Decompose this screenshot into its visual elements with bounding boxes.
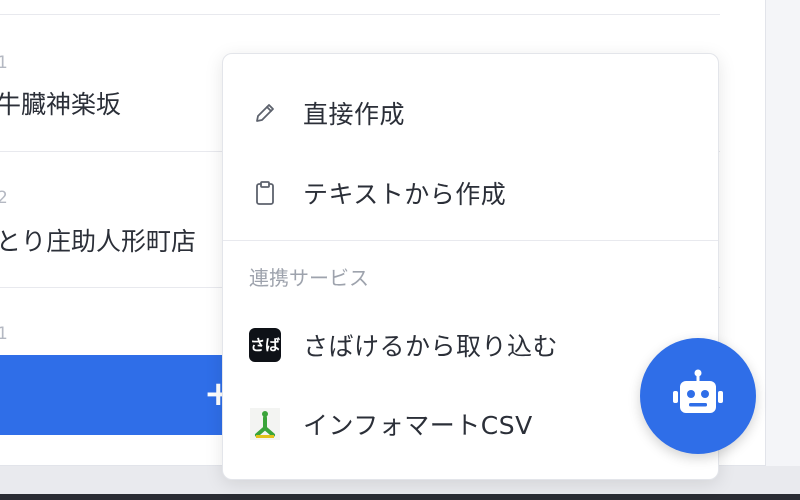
clipboard-icon [249,177,281,209]
chatbot-button[interactable] [640,338,756,454]
menu-item-label: さばけるから取り込む [303,332,559,361]
menu-item-import-sabakeru[interactable]: さば さばけるから取り込む [223,307,718,383]
store-code: 2 [0,188,8,208]
taskbar-edge [0,494,800,500]
menu-item-label: 直接作成 [303,100,406,129]
infomart-logo-icon [249,408,281,440]
menu-item-label: テキストから作成 [303,180,507,209]
page-gutter [766,0,800,466]
pencil-icon [249,97,281,129]
section-label-integrations: 連携サービス [249,266,369,290]
robot-icon [671,369,725,423]
menu-item-direct-create[interactable]: 直接作成 [223,75,718,151]
menu-item-create-from-text[interactable]: テキストから作成 [223,155,718,231]
app-stage: 1 牛臓神楽坂 2 とり庄助人形町店 1 + 直接作成 [0,0,800,500]
store-name: とり庄助人形町店 [0,227,197,256]
store-code: 1 [0,53,8,73]
menu-item-label: インフォマートCSV [303,411,533,440]
store-code: 1 [0,324,8,344]
store-name: 牛臓神楽坂 [0,90,122,119]
sabakeru-logo-text: さば [249,328,281,362]
menu-divider [223,240,718,241]
sabakeru-logo-icon: さば [249,328,281,362]
